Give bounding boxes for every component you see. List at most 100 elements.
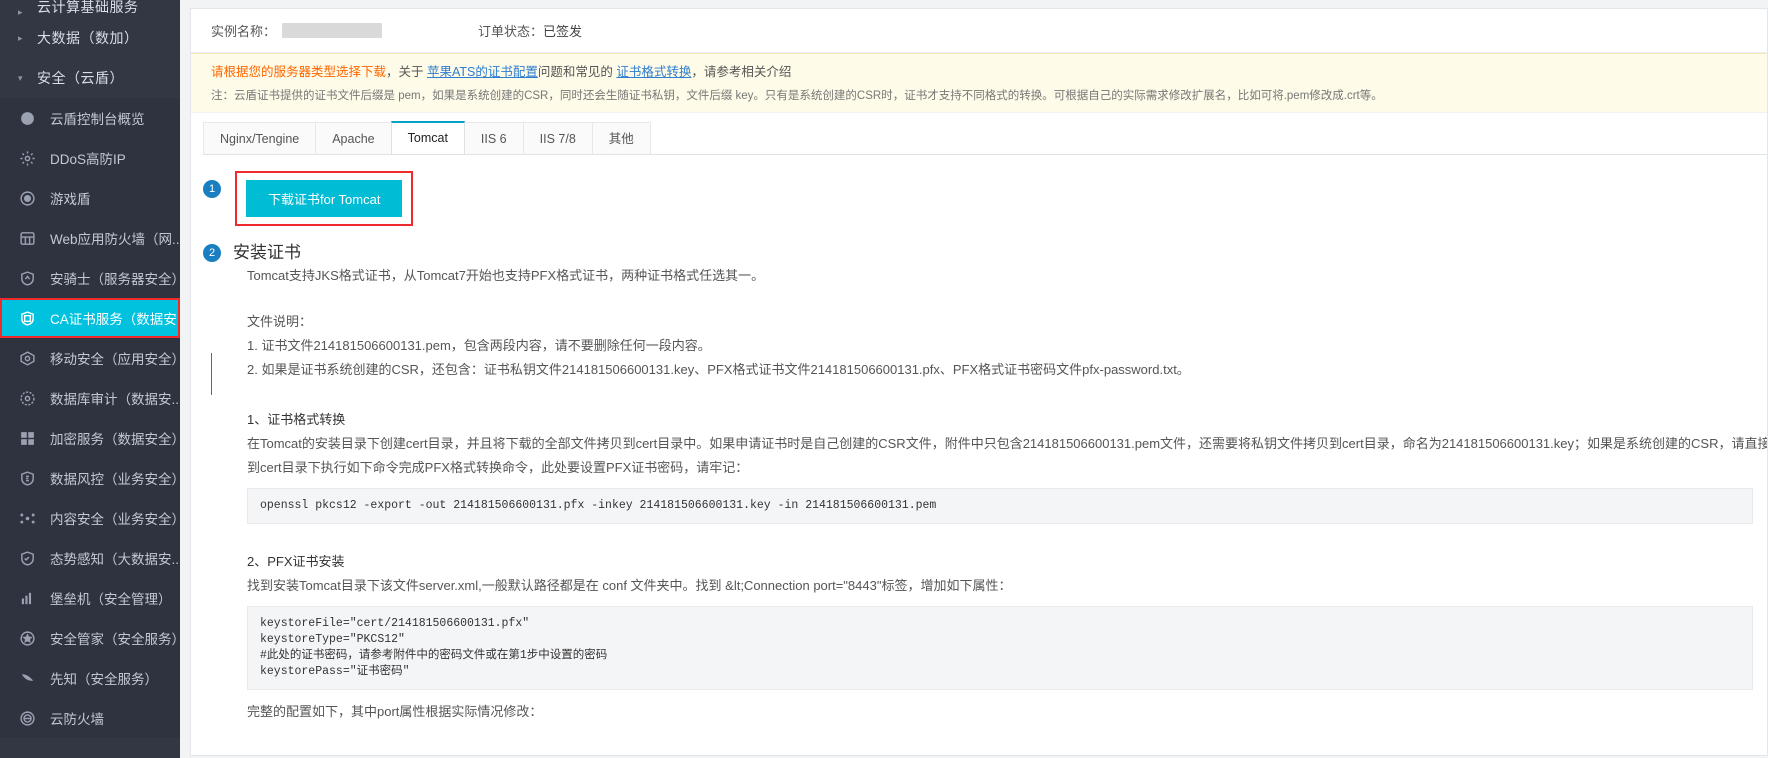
database-audit-icon (16, 387, 38, 409)
step-1-bullet: 1 (203, 180, 221, 198)
certificate-detail-card: 实例名称： 订单状态： 已签发 请根据您的服务器类型选择下载，关于 苹果ATS的… (190, 8, 1768, 756)
sidebar-group-cloud-basic[interactable]: ▸ 云计算基础服务 (0, 0, 180, 18)
sidebar-item-mobile-security[interactable]: 移动安全（应用安全） (0, 338, 180, 378)
server-type-tabs: Nginx/Tengine Apache Tomcat IIS 6 IIS 7/… (203, 121, 1767, 155)
notice-banner: 请根据您的服务器类型选择下载，关于 苹果ATS的证书配置问题和常见的 证书格式转… (191, 53, 1767, 113)
sidebar-item-situational-awareness[interactable]: 态势感知（大数据安... (0, 538, 180, 578)
risk-control-icon (16, 467, 38, 489)
sidebar-item-label: DDoS高防IP (50, 152, 126, 167)
instance-info-bar: 实例名称： 订单状态： 已签发 (191, 9, 1767, 53)
sidebar-item-bastion-host[interactable]: 堡垒机（安全管理） (0, 578, 180, 618)
tab-tomcat[interactable]: Tomcat (390, 121, 465, 154)
sidebar-item-ca-certificate-service[interactable]: CA证书服务（数据安... (0, 298, 180, 338)
firewall-icon (16, 227, 38, 249)
step-2-row: 2 安装证书 (203, 242, 1767, 264)
file-item-1: 1. 证书文件214181506600131.pem，包含两段内容，请不要删除任… (247, 338, 711, 353)
file-description-title: 文件说明： (247, 314, 313, 329)
install-instructions: Tomcat支持JKS格式证书，从Tomcat7开始也支持PFX格式证书，两种证… (203, 264, 1767, 724)
chevron-right-icon: ▸ (18, 32, 24, 43)
sidebar-item-ddos[interactable]: DDoS高防IP (0, 138, 180, 178)
download-certificate-button[interactable]: 下载证书for Tomcat (246, 180, 403, 217)
sidebar-security-items: 云盾控制台概览 DDoS高防IP 游戏盾 Web应用防火墙（网... 安骑士（服… (0, 98, 180, 738)
sidebar-item-encryption-service[interactable]: 加密服务（数据安全） (0, 418, 180, 458)
sidebar-item-label: Web应用防火墙（网... (50, 232, 180, 247)
sidebar-item-label: 数据库审计（数据安... (50, 392, 180, 407)
sidebar-item-yundun-overview[interactable]: 云盾控制台概览 (0, 98, 180, 138)
notice-mid1: ，关于 (386, 65, 427, 79)
sidebar-item-label: 云防火墙 (50, 712, 104, 727)
section-1-paragraph-2: 到cert目录下执行如下命令完成PFX格式转换命令，此处要设置PFX证书密码，请… (247, 460, 749, 475)
chevron-down-icon: ▾ (18, 72, 24, 83)
sidebar-item-label: 数据风控（业务安全） (50, 472, 180, 487)
sidebar-item-content-security[interactable]: 内容安全（业务安全） (0, 498, 180, 538)
cloud-firewall-icon (16, 707, 38, 729)
instance-name-label: 实例名称： (211, 24, 277, 39)
notice-primary-line: 请根据您的服务器类型选择下载，关于 苹果ATS的证书配置问题和常见的 证书格式转… (211, 63, 1747, 81)
tab-iis-6[interactable]: IIS 6 (463, 122, 524, 154)
sidebar-item-game-shield[interactable]: 游戏盾 (0, 178, 180, 218)
section-2-title: 2、PFX证书安装 (247, 554, 345, 569)
step-2-bullet: 2 (203, 244, 221, 262)
section-2-paragraph-2: 完整的配置如下，其中port属性根据实际情况修改： (247, 704, 543, 719)
eye-icon (16, 187, 38, 209)
main-content: 实例名称： 订单状态： 已签发 请根据您的服务器类型选择下载，关于 苹果ATS的… (180, 0, 1768, 758)
sidebar-item-data-risk-control[interactable]: 数据风控（业务安全） (0, 458, 180, 498)
sidebar-item-label: 先知（安全服务） (50, 672, 158, 687)
instance-name-value-redacted (282, 23, 383, 38)
sidebar-item-anqishi[interactable]: 安骑士（服务器安全） (0, 258, 180, 298)
sidebar-item-label: 云盾控制台概览 (50, 112, 145, 127)
apple-ats-link[interactable]: 苹果ATS的证书配置 (427, 65, 538, 79)
security-butler-icon (16, 627, 38, 649)
oracle-icon (16, 667, 38, 689)
section-2-paragraph-1: 找到安装Tomcat目录下该文件server.xml,一般默认路径都是在 con… (247, 578, 1012, 593)
sidebar-item-cloud-firewall[interactable]: 云防火墙 (0, 698, 180, 738)
bastion-host-icon (16, 587, 38, 609)
server-shield-icon (16, 267, 38, 289)
sidebar-item-label: 安全管家（安全服务） (50, 632, 180, 647)
sidebar-group-label: 云计算基础服务 (37, 0, 139, 15)
server-xml-code-block: keystoreFile="cert/214181506600131.pfx" … (247, 606, 1753, 690)
sidebar-item-xianzhi[interactable]: 先知（安全服务） (0, 658, 180, 698)
sidebar-item-waf[interactable]: Web应用防火墙（网... (0, 218, 180, 258)
sidebar-item-security-butler[interactable]: 安全管家（安全服务） (0, 618, 180, 658)
sidebar-group-security[interactable]: ▾ 安全（云盾） (0, 58, 180, 98)
download-button-highlight-box: 下载证书for Tomcat (235, 171, 414, 226)
format-conversion-link[interactable]: 证书格式转换 (616, 65, 691, 79)
page-root: ▸ 云计算基础服务 ▸ 大数据（数加） ▾ 安全（云盾） 云盾控制台概览 DDo… (0, 0, 1768, 758)
tab-nginx-tengine[interactable]: Nginx/Tengine (203, 122, 317, 154)
sidebar-item-label: CA证书服务（数据安... (50, 312, 180, 327)
file-item-2: 2. 如果是证书系统创建的CSR，还包含：证书私钥文件2141815066001… (247, 362, 1190, 377)
sidebar-item-label: 态势感知（大数据安... (50, 552, 180, 567)
sidebar-group-label: 大数据（数加） (37, 30, 139, 46)
content-security-icon (16, 507, 38, 529)
tab-iis-7-8[interactable]: IIS 7/8 (522, 122, 593, 154)
intro-paragraph: Tomcat支持JKS格式证书，从Tomcat7开始也支持PFX格式证书，两种证… (247, 268, 765, 283)
sidebar-item-label: 加密服务（数据安全） (50, 432, 180, 447)
mobile-shield-icon (16, 347, 38, 369)
order-status-label: 订单状态： (478, 24, 544, 39)
sidebar-item-label: 移动安全（应用安全） (50, 352, 180, 367)
sidebar-group-bigdata[interactable]: ▸ 大数据（数加） (0, 18, 180, 58)
sidebar-item-label: 内容安全（业务安全） (50, 512, 180, 527)
sidebar-item-label: 堡垒机（安全管理） (50, 592, 172, 607)
notice-mid2: 问题和常见的 (537, 65, 617, 79)
tab-apache[interactable]: Apache (315, 122, 392, 154)
notice-note-line: 注：云盾证书提供的证书文件后缀是 pem，如果是系统创建的CSR，同时还会生随证… (211, 90, 1383, 102)
install-certificate-title: 安装证书 (233, 243, 301, 262)
sidebar-item-label: 安骑士（服务器安全） (50, 272, 180, 287)
sidebar-group-label: 安全（云盾） (37, 70, 124, 86)
tab-other[interactable]: 其他 (591, 122, 651, 154)
gear-icon (16, 147, 38, 169)
order-status-value: 已签发 (543, 24, 583, 39)
chevron-right-icon: ▸ (18, 7, 24, 17)
shield-overview-icon (16, 107, 38, 129)
section-1-title: 1、证书格式转换 (247, 412, 346, 427)
encryption-icon (16, 427, 38, 449)
sidebar-item-database-audit[interactable]: 数据库审计（数据安... (0, 378, 180, 418)
step-connector-line (211, 353, 212, 395)
certificate-icon (16, 307, 38, 329)
